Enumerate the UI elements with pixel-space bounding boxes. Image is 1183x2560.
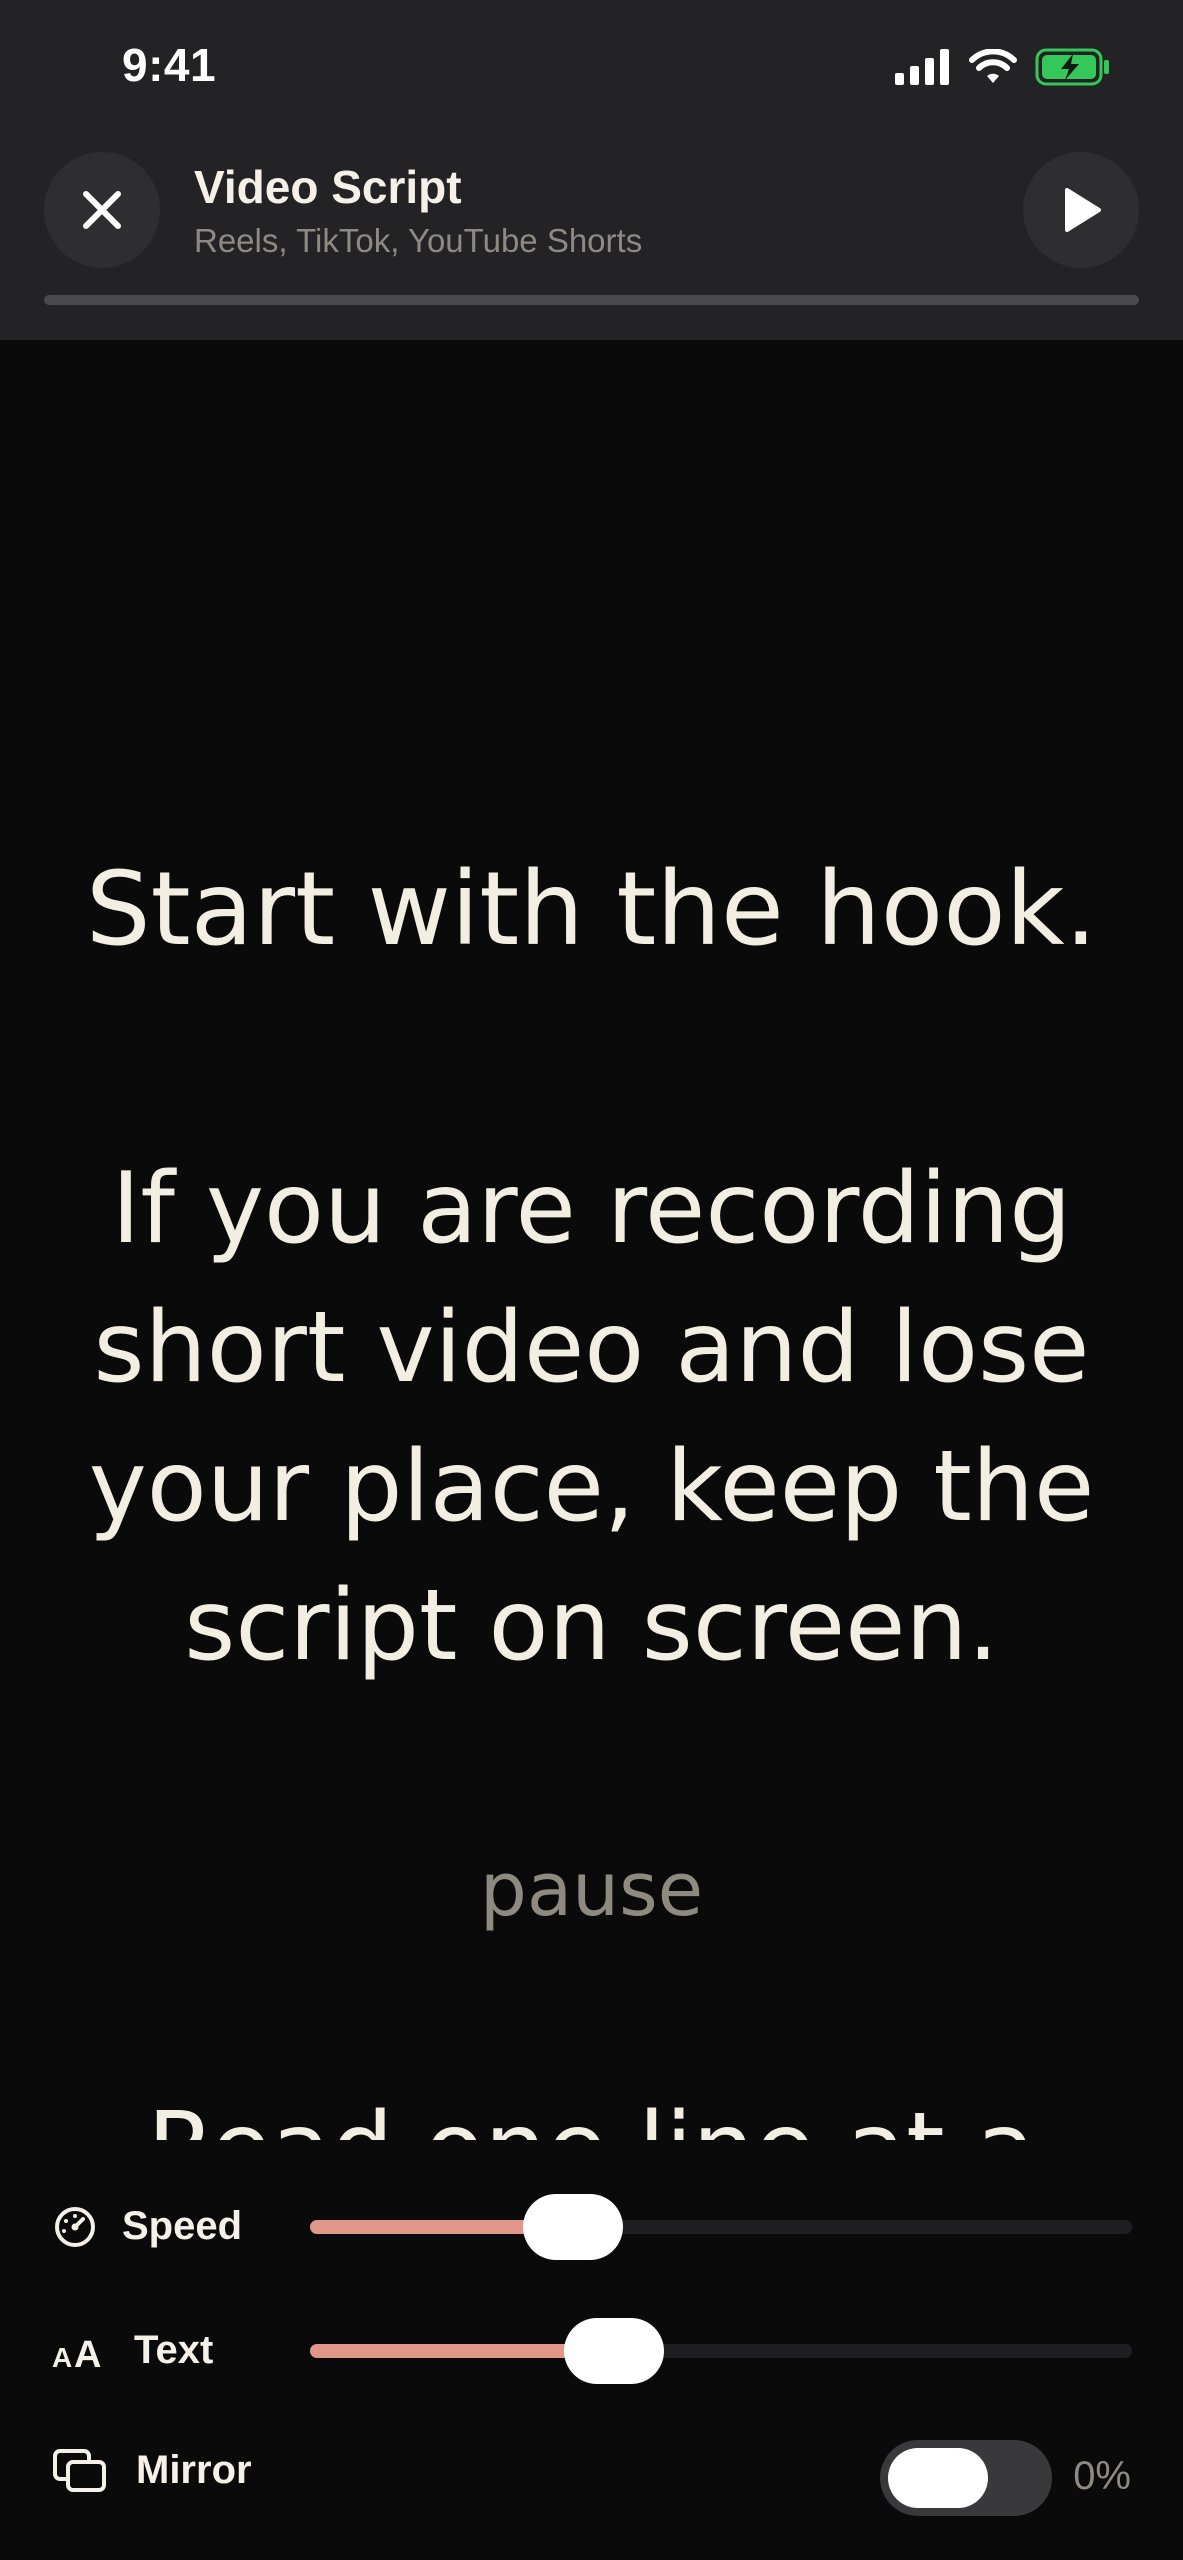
pause-marker: pause [479,1847,704,1933]
close-icon [83,191,121,229]
script-line: short video and lose [93,1291,1090,1405]
speed-control: Speed [0,2182,1183,2272]
page-title: Video Script [194,161,462,213]
script-line: your place, keep the [88,1430,1095,1544]
script-paragraph: If you are recording short video and los… [60,1140,1123,1696]
status-icons [895,48,1111,86]
text-size-slider-thumb[interactable] [564,2318,665,2384]
status-time: 9:41 [122,39,217,91]
text-size-label: Text [134,2328,214,2372]
play-button[interactable] [1023,152,1139,268]
mirror-toggle-knob[interactable] [888,2448,988,2508]
text-size-icon: A A [52,2328,112,2374]
speed-label: Speed [122,2204,243,2248]
svg-text:A: A [74,2334,101,2373]
control-panel: Speed A A Text Mirror 0% [0,2140,1183,2560]
signal-icon [895,49,949,85]
speed-slider[interactable] [310,2194,1132,2260]
close-button[interactable] [44,152,160,268]
header: 9:41 Video Script Reels, TikTok, YouTube… [0,0,1183,340]
script-scroll-area[interactable]: Start with the hook. If you are recordin… [0,340,1183,2140]
play-icon [1065,188,1101,232]
page-subtitle: Reels, TikTok, YouTube Shorts [194,222,643,259]
mirror-control: Mirror 0% [0,2426,1183,2516]
battery-icon [1035,48,1109,86]
teleprompter-screen: 9:41 Video Script Reels, TikTok, YouTube… [0,0,1183,2560]
mirror-label: Mirror [136,2448,252,2492]
svg-text:A: A [52,2342,72,2373]
script-hook-line: Start with the hook. [85,850,1098,969]
script-next-line: Read one line at a [60,2080,1123,2140]
speed-slider-thumb[interactable] [523,2194,624,2260]
script-line: script on screen. [184,1569,999,1683]
speedometer-icon [52,2204,98,2250]
mirror-icon [52,2448,108,2494]
script-line: If you are recording [111,1152,1072,1266]
text-size-slider[interactable] [310,2318,1132,2384]
wifi-icon [969,49,1017,83]
text-size-control: A A Text [0,2306,1183,2396]
mirror-value: 0% [1073,2454,1131,2498]
script-progress-bar [44,295,1139,305]
mirror-toggle[interactable] [880,2440,1052,2516]
